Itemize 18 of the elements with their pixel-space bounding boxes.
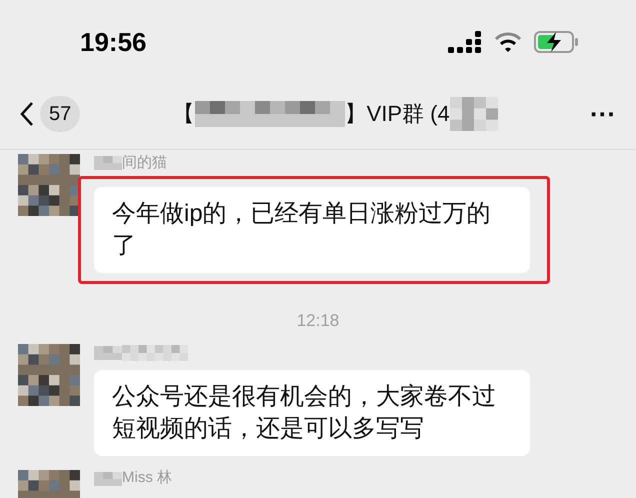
status-time: 19:56 [80,26,146,58]
signal-icon [448,31,482,53]
sender-name: 间的猫 [122,152,167,173]
title-text: 】VIP群 (4 [344,100,450,128]
back-icon[interactable] [20,100,34,126]
message-bubble: 今年做ip的，已经有单日涨粉过万的了 [94,187,530,273]
more-button[interactable]: ··· [590,100,616,126]
sender-name: Miss 林 [122,468,172,488]
avatar [18,344,80,406]
avatar [18,154,80,216]
timestamp: 12:18 [296,310,340,332]
message-bubble: 公众号还是很有机会的，大家卷不过短视频的话，还是可以多写写 [94,370,530,456]
unread-count-badge[interactable]: 57 [40,96,80,132]
pixelated-blur [450,96,498,130]
pixelated-blur [94,156,122,170]
pixelated-blur [94,472,122,486]
title-text: 【 [172,100,195,128]
wifi-icon [494,31,522,53]
